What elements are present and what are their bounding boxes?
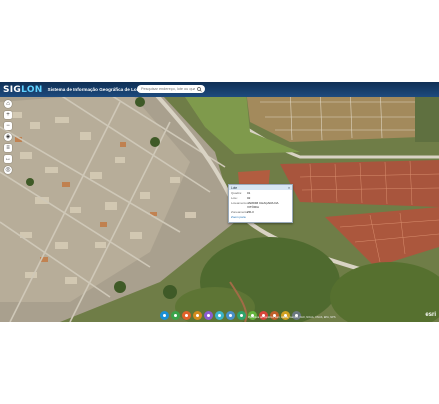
measure-icon[interactable]: ↔ bbox=[4, 155, 12, 163]
map-icon[interactable] bbox=[226, 310, 235, 320]
left-toolbar: ⌂ + − ◈ ≡ ↔ ◎ bbox=[4, 100, 12, 174]
app-header: SIGLON Sistema de Informação Geográfica … bbox=[0, 82, 439, 97]
feature-popup: Lote × Quadra: 01 Lote: 02 Loteamento: JARD… bbox=[228, 184, 293, 223]
close-icon[interactable]: × bbox=[288, 186, 290, 190]
search-box[interactable] bbox=[137, 85, 205, 93]
ruler-icon[interactable] bbox=[193, 310, 202, 320]
popup-row: Loteamento: JARDIM CHAÇARA DA VITÓRIA bbox=[231, 200, 279, 209]
map-view[interactable]: SIGLON Sistema de Informação Geográfica … bbox=[0, 82, 439, 322]
popup-zoom-link[interactable]: Zoom para bbox=[229, 215, 292, 220]
layers-icon[interactable] bbox=[204, 310, 213, 320]
popup-title: Lote bbox=[231, 185, 238, 190]
edit-icon[interactable] bbox=[171, 310, 180, 320]
aerial-imagery bbox=[0, 82, 439, 322]
chart-icon[interactable] bbox=[237, 310, 246, 320]
map-attribution: Prefeitura de Londrina, Esri, HERE, Garm… bbox=[248, 316, 336, 319]
search-icon[interactable] bbox=[195, 85, 203, 93]
esri-logo: esri bbox=[425, 312, 436, 318]
info-icon[interactable] bbox=[160, 310, 169, 320]
home-icon[interactable]: ⌂ bbox=[4, 100, 12, 108]
app-title: Sistema de Informação Geográfica de Lond… bbox=[47, 87, 151, 92]
compass-icon[interactable]: ◈ bbox=[4, 133, 12, 141]
zoom-in-icon[interactable]: + bbox=[4, 111, 12, 119]
layers-icon[interactable]: ≡ bbox=[4, 144, 12, 152]
grid-icon[interactable] bbox=[182, 310, 191, 320]
globe-icon[interactable] bbox=[215, 310, 224, 320]
zoom-out-icon[interactable]: − bbox=[4, 122, 12, 130]
locate-icon[interactable]: ◎ bbox=[4, 166, 12, 174]
sigon-logo[interactable]: SIGLON bbox=[3, 85, 43, 95]
search-input[interactable] bbox=[137, 85, 195, 93]
